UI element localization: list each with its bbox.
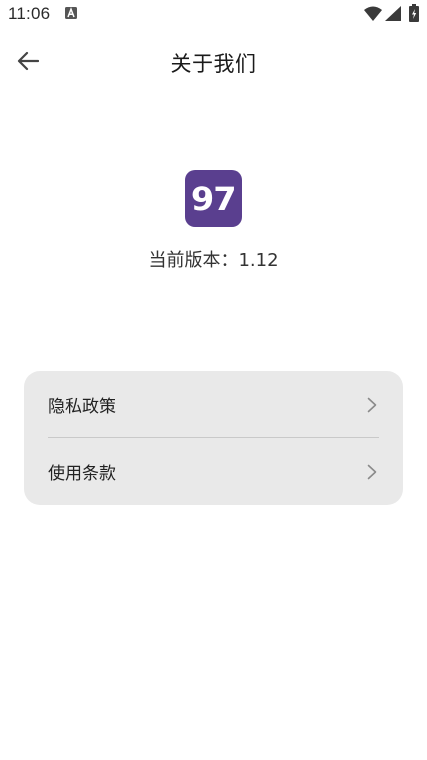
- page-title: 关于我们: [170, 52, 257, 76]
- app-logo-text: 97: [191, 179, 237, 218]
- chevron-right-icon: [367, 464, 377, 480]
- status-bar: 11:06: [0, 0, 427, 30]
- privacy-policy-label: 隐私政策: [48, 396, 116, 417]
- chevron-right-icon: [367, 397, 377, 413]
- menu-card: 隐私政策 使用条款: [24, 371, 403, 505]
- battery-charging-icon: [409, 4, 419, 22]
- app-logo: 97: [185, 170, 242, 227]
- cell-signal-icon: [385, 6, 401, 21]
- a-letter-icon: [65, 7, 77, 19]
- terms-of-use-label: 使用条款: [48, 463, 116, 484]
- status-time: 11:06: [8, 4, 51, 23]
- version-text: 当前版本：1.12: [148, 250, 279, 271]
- about-screen: 11:06 关于我们 97 当前版本：1.12 隐私政策 使用条款: [0, 0, 427, 760]
- app-bar: 关于我们: [0, 30, 427, 92]
- terms-of-use-item[interactable]: 使用条款: [24, 438, 403, 504]
- wifi-icon: [364, 6, 382, 21]
- privacy-policy-item[interactable]: 隐私政策: [24, 371, 403, 437]
